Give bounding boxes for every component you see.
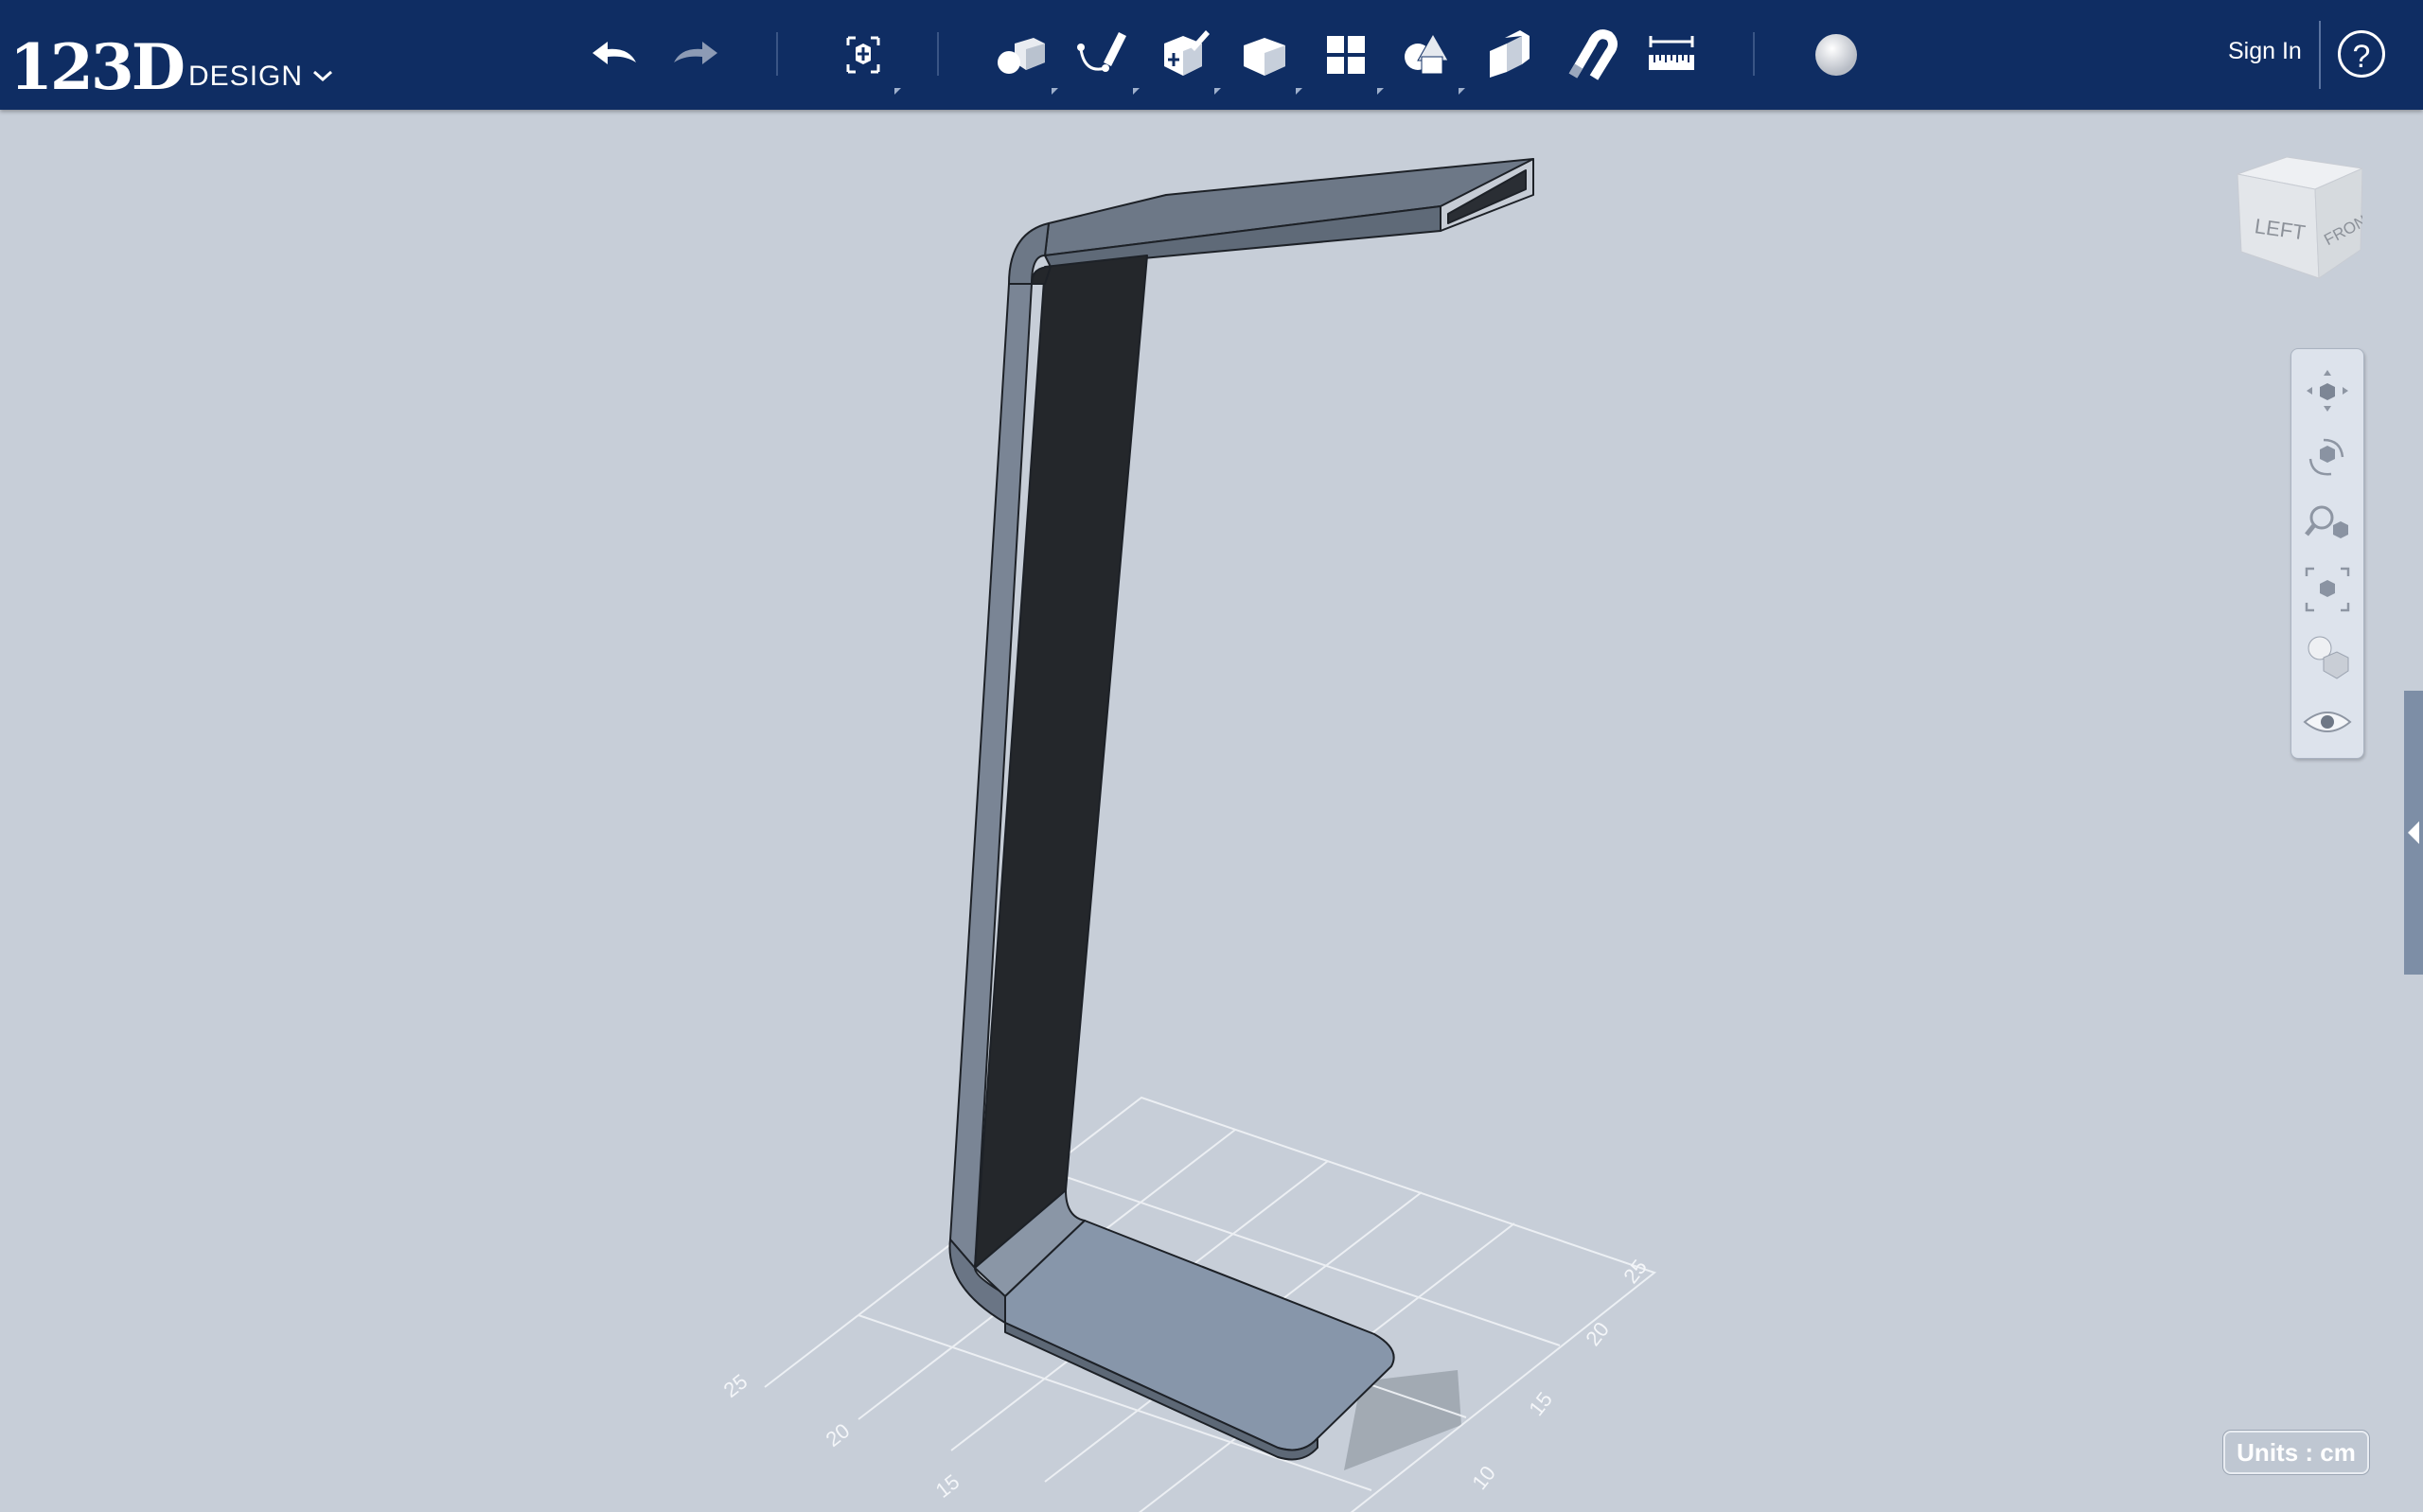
help-button[interactable]: ?	[2338, 30, 2385, 78]
snap-button[interactable]	[1556, 21, 1624, 89]
view-cube-icon: LEFT FRONT	[2236, 156, 2379, 279]
3d-viewport[interactable]	[0, 110, 2423, 1512]
navigation-bar	[2290, 348, 2364, 759]
grouping-icon	[1405, 32, 1449, 75]
view-cube[interactable]: LEFT FRONT	[2230, 148, 2379, 290]
pan-icon	[2307, 370, 2348, 412]
logo-number: 123D	[9, 30, 186, 104]
transform-icon	[846, 36, 880, 74]
sketch-button[interactable]	[1068, 21, 1140, 95]
primitives-icon	[998, 38, 1045, 74]
toolbar-separator	[776, 32, 778, 76]
zoom-icon	[2305, 505, 2348, 538]
pattern-icon	[1327, 36, 1365, 74]
construct-icon	[1164, 30, 1210, 76]
fit-button[interactable]	[2299, 561, 2356, 618]
redo-icon	[674, 42, 717, 64]
primitives-button[interactable]	[986, 21, 1058, 95]
modify-button[interactable]	[1230, 21, 1302, 95]
pan-button[interactable]	[2299, 362, 2356, 419]
view-mode-icon	[2308, 636, 2349, 679]
combine-button[interactable]	[1475, 21, 1543, 89]
orbit-button[interactable]	[2299, 429, 2356, 485]
combine-icon	[1490, 30, 1530, 78]
toolbar-separator	[937, 32, 939, 76]
snap-icon	[1568, 29, 1618, 80]
app-logo[interactable]: 123D DESIGN	[9, 13, 333, 98]
redo-button[interactable]	[663, 21, 731, 89]
visibility-icon	[2303, 712, 2352, 732]
material-button[interactable]	[1802, 21, 1870, 89]
undo-button[interactable]	[579, 21, 647, 89]
visibility-button[interactable]	[2299, 694, 2356, 750]
undo-icon	[592, 42, 636, 64]
main-toolbar: 123D DESIGN Sign In ?	[0, 0, 2423, 110]
transform-button[interactable]	[829, 21, 901, 95]
grouping-button[interactable]	[1393, 21, 1465, 95]
material-icon	[1815, 34, 1857, 76]
construct-button[interactable]	[1149, 21, 1221, 95]
orbit-icon	[2308, 438, 2344, 476]
expand-panel-icon[interactable]	[2408, 821, 2419, 844]
toolbar-separator	[1753, 32, 1755, 76]
zoom-button[interactable]	[2299, 495, 2356, 552]
view-mode-button[interactable]	[2299, 627, 2356, 684]
chevron-down-icon[interactable]	[312, 64, 333, 85]
fit-icon	[2305, 567, 2350, 612]
toolbar-separator	[2319, 21, 2321, 89]
pattern-button[interactable]	[1312, 21, 1384, 95]
sketch-icon	[1077, 32, 1126, 72]
modify-icon	[1244, 38, 1285, 76]
measure-button[interactable]	[1637, 21, 1706, 89]
units-button[interactable]: Units : cm	[2223, 1431, 2369, 1474]
logo-word: DESIGN	[188, 61, 304, 92]
measure-icon	[1649, 36, 1694, 70]
sign-in-link[interactable]: Sign In	[2228, 38, 2302, 65]
